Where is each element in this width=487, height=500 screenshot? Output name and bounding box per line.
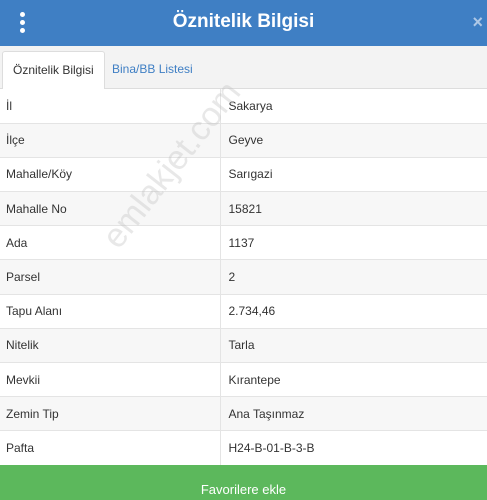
attribute-value: Geyve xyxy=(220,123,487,158)
attribute-value: Sarıgazi xyxy=(220,157,487,193)
table-row: Mahalle No 15821 xyxy=(0,191,487,227)
add-favorite-button[interactable]: Favorilere ekle xyxy=(0,465,487,500)
attribute-value: 15821 xyxy=(220,191,487,227)
attribute-key: Zemin Tip xyxy=(0,396,221,432)
attribute-value: H24-B-01-B-3-B xyxy=(220,430,487,466)
table-row: Tapu Alanı 2.734,46 xyxy=(0,294,487,329)
tab-bina-bb-listesi[interactable]: Bina/BB Listesi xyxy=(102,51,203,90)
attribute-value: Sakarya xyxy=(220,89,487,124)
attribute-key: Pafta xyxy=(0,430,221,466)
attribute-key: Mahalle No xyxy=(0,191,221,227)
attribute-key: Ada xyxy=(0,225,221,261)
table-row: Ada 1137 xyxy=(0,225,487,261)
table-row: İl Sakarya xyxy=(0,89,487,124)
table-row: Mahalle/Köy Sarıgazi xyxy=(0,157,487,193)
dialog-header: Öznitelik Bilgisi × xyxy=(0,0,487,46)
attribute-key: Tapu Alanı xyxy=(0,294,221,329)
attribute-table: İl Sakarya İlçe Geyve Mahalle/Köy Sarıga… xyxy=(0,89,487,466)
dialog-title: Öznitelik Bilgisi xyxy=(172,11,315,32)
attribute-key: İl xyxy=(0,89,221,124)
table-row: Zemin Tip Ana Taşınmaz xyxy=(0,396,487,432)
attribute-key: Nitelik xyxy=(0,328,221,364)
table-row: İlçe Geyve xyxy=(0,123,487,158)
table-row: Pafta H24-B-01-B-3-B xyxy=(0,430,487,466)
attribute-value: Kırantepe xyxy=(220,362,487,398)
table-row: Mevkii Kırantepe xyxy=(0,362,487,398)
attribute-key: Mahalle/Köy xyxy=(0,157,221,193)
tab-oznitelik-bilgisi[interactable]: Öznitelik Bilgisi xyxy=(2,51,105,90)
attribute-value: 2.734,46 xyxy=(220,294,487,329)
attribute-key: İlçe xyxy=(0,123,221,158)
tab-bar: Öznitelik Bilgisi Bina/BB Listesi xyxy=(0,46,487,90)
table-row: Nitelik Tarla xyxy=(0,328,487,364)
table-row: Parsel 2 xyxy=(0,259,487,295)
attribute-key: Mevkii xyxy=(0,362,221,398)
close-icon[interactable]: × xyxy=(472,13,483,31)
attribute-value: 2 xyxy=(220,259,487,295)
attribute-key: Parsel xyxy=(0,259,221,295)
attribute-value: Ana Taşınmaz xyxy=(220,396,487,432)
attribute-value: Tarla xyxy=(220,328,487,364)
attribute-value: 1137 xyxy=(220,225,487,261)
